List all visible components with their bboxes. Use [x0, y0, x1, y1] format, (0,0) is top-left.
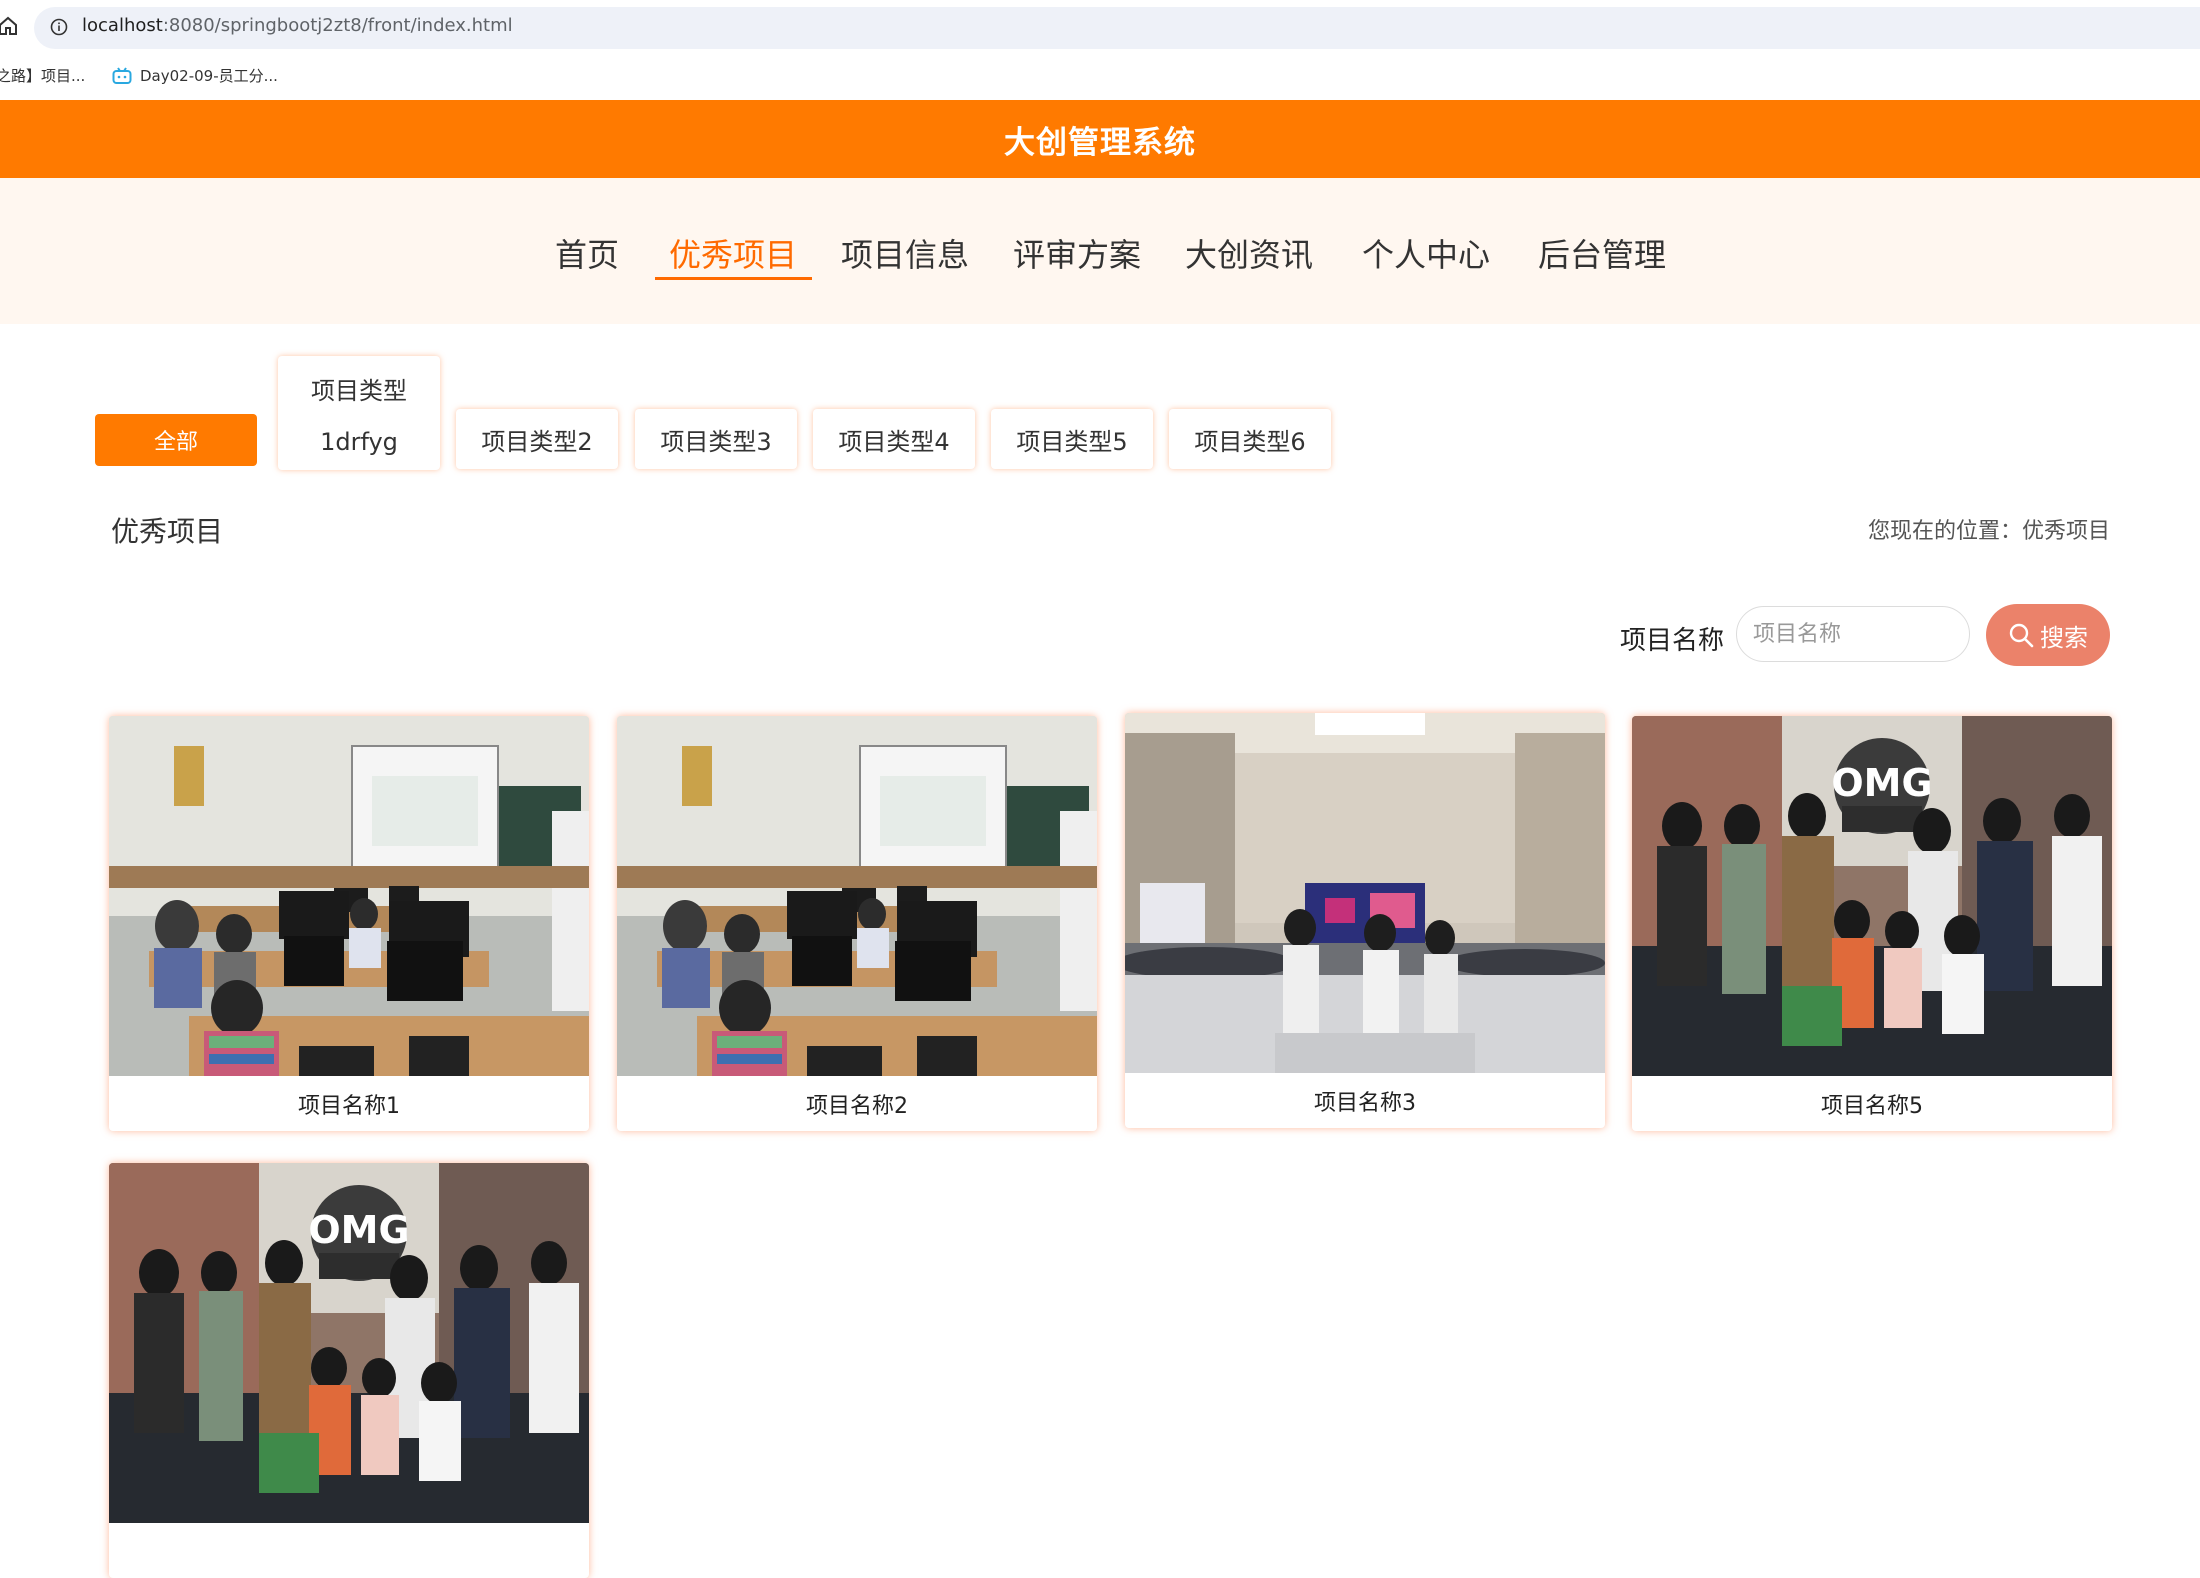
- category-button[interactable]: 项目类型4: [813, 409, 975, 469]
- project-image: [617, 716, 1097, 1076]
- category-button[interactable]: 项目类型3: [635, 409, 797, 469]
- project-card[interactable]: [109, 1163, 589, 1578]
- project-image: [1632, 716, 2112, 1076]
- category-label: 项目类型: [311, 376, 407, 405]
- search-icon: [2009, 623, 2034, 648]
- site-header: 大创管理系统: [0, 100, 2200, 178]
- project-image: [1125, 713, 1605, 1073]
- project-card[interactable]: 项目名称1: [109, 716, 589, 1131]
- nav-item-news[interactable]: 大创资讯: [1185, 230, 1313, 276]
- project-image: [109, 1163, 589, 1523]
- category-button[interactable]: 项目类型6: [1169, 409, 1331, 469]
- project-card[interactable]: 项目名称2: [617, 716, 1097, 1131]
- search-label: 项目名称: [1620, 626, 1725, 656]
- nav-item-review-plan[interactable]: 评审方案: [1013, 230, 1141, 276]
- url-path: :8080/springbootj2zt8/front/index.html: [162, 15, 513, 36]
- project-card[interactable]: 项目名称3: [1125, 713, 1605, 1128]
- nav-item-excellent-projects[interactable]: 优秀项目: [669, 230, 797, 276]
- project-card[interactable]: 项目名称5: [1632, 716, 2112, 1131]
- nav-active-underline: [655, 277, 812, 280]
- site-title: 大创管理系统: [1004, 124, 1196, 161]
- search-button-label: 搜索: [2040, 623, 2088, 652]
- nav-item-project-info[interactable]: 项目信息: [841, 230, 969, 276]
- main-nav: 首页 优秀项目 项目信息 评审方案 大创资讯 个人中心 后台管理: [0, 178, 2200, 324]
- bookmark-label: Day02-09-员工分...: [140, 67, 278, 85]
- site-info-icon[interactable]: [50, 18, 68, 36]
- nav-item-personal-center[interactable]: 个人中心: [1362, 230, 1490, 276]
- project-image: [109, 716, 589, 1076]
- bookmark-item[interactable]: 之路】项目...: [0, 65, 85, 86]
- breadcrumb: 您现在的位置：优秀项目: [1867, 519, 2110, 544]
- section-title: 优秀项目: [111, 515, 224, 548]
- project-name: 项目名称3: [1314, 1090, 1416, 1116]
- nav-item-home[interactable]: 首页: [555, 230, 619, 276]
- nav-item-admin[interactable]: 后台管理: [1538, 230, 1666, 276]
- category-all-button[interactable]: 全部: [95, 414, 257, 466]
- search-button[interactable]: 搜索: [1986, 604, 2110, 666]
- project-name: 项目名称1: [298, 1093, 400, 1119]
- url-host: localhost: [82, 15, 163, 36]
- bilibili-tv-icon: [112, 66, 132, 84]
- category-button[interactable]: 项目类型 1drfyg: [278, 356, 440, 470]
- project-name: [109, 1523, 589, 1578]
- category-button[interactable]: 项目类型5: [991, 409, 1153, 469]
- category-button[interactable]: 项目类型2: [456, 409, 618, 469]
- category-label: 1drfyg: [320, 427, 398, 456]
- bookmarks-bar: 之路】项目... Day02-09-员工分...: [0, 55, 2200, 100]
- bookmark-label: 之路】项目...: [0, 67, 86, 85]
- bookmark-item[interactable]: Day02-09-员工分...: [112, 65, 278, 86]
- search-input[interactable]: [1736, 606, 1970, 662]
- browser-address-bar: localhost:8080/springbootj2zt8/front/ind…: [0, 0, 2200, 55]
- home-icon[interactable]: [0, 14, 20, 38]
- project-name: 项目名称2: [806, 1093, 908, 1119]
- url-text[interactable]: localhost:8080/springbootj2zt8/front/ind…: [82, 15, 513, 36]
- project-name: 项目名称5: [1821, 1093, 1923, 1119]
